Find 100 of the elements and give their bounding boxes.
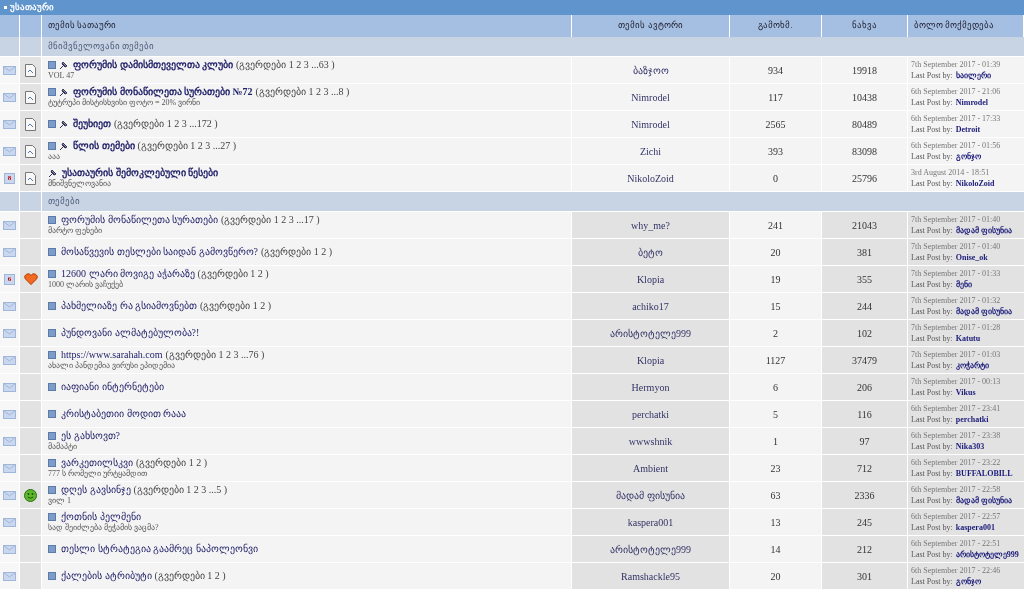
author-link[interactable]: ბაზჯოო bbox=[632, 62, 669, 78]
last-poster-link[interactable]: მადამ ფისუნია bbox=[955, 306, 1012, 317]
last-poster-link[interactable]: მადამ ფისუნია bbox=[955, 495, 1012, 506]
last-poster-link[interactable]: გონჯო bbox=[955, 576, 981, 587]
author-link[interactable]: Nimrodel bbox=[631, 89, 670, 105]
reply-count: 13 bbox=[770, 515, 781, 530]
view-count: 245 bbox=[857, 515, 872, 530]
page-links[interactable]: (გვერდები 1 2 3 ...76 ) bbox=[165, 349, 265, 361]
last-poster-link[interactable]: ხაილერი bbox=[955, 70, 991, 81]
topic-title-link[interactable]: თესლი სტრატეგია გაამრეც ნაპოლეონვი bbox=[61, 543, 258, 555]
page-links[interactable]: (გვერდები 1 2 3 ...8 ) bbox=[255, 86, 350, 98]
last-post-date: 7th September 2017 - 01:39 bbox=[911, 59, 1002, 70]
document-icon bbox=[25, 117, 36, 131]
last-post-date: 6th September 2017 - 23:22 bbox=[911, 457, 1002, 468]
author-link[interactable]: Zichi bbox=[639, 143, 662, 159]
topic-title-link[interactable]: 12600 ლარი მოვიგე აჭარაზე bbox=[61, 268, 195, 280]
topic-title-link[interactable]: ფორუმის მონაწილეთა სურათები bbox=[61, 214, 218, 226]
topic-title-link[interactable]: ფორუმის მონაწილეთა სურათები №72 bbox=[73, 86, 253, 98]
last-poster-link[interactable]: BUFFALOBILL bbox=[955, 468, 1013, 479]
view-count: 355 bbox=[857, 272, 872, 287]
last-post-label: Last Post by: bbox=[911, 576, 953, 587]
page-links[interactable]: (გვერდები 1 2 ) bbox=[154, 570, 226, 582]
topic-description: ახალი პანდემია ვირუსი ეპიდემია bbox=[48, 361, 175, 371]
author-link[interactable]: why_me? bbox=[631, 217, 670, 233]
last-post-date: 6th September 2017 - 22:46 bbox=[911, 565, 1002, 576]
last-poster-link[interactable]: Vikus bbox=[955, 387, 976, 398]
page-links[interactable]: (გვერდები 1 2 ) bbox=[197, 268, 269, 280]
last-poster-link[interactable]: Katutu bbox=[955, 333, 981, 344]
page-links[interactable]: (გვერდები 1 2 3 ...27 ) bbox=[137, 140, 237, 152]
last-poster-link[interactable]: Detroit bbox=[955, 124, 981, 135]
view-count: 83098 bbox=[852, 144, 877, 159]
topic-title-link[interactable]: წლის თემები bbox=[73, 140, 135, 152]
last-poster-link[interactable]: kaspera001 bbox=[955, 522, 995, 533]
last-poster-link[interactable]: გონჯო bbox=[955, 151, 981, 162]
topic-title-link[interactable]: კრისტაბეთიი მოდით რააა bbox=[61, 408, 186, 420]
column-header[interactable]: თემის ავტორი bbox=[618, 19, 683, 33]
topic-title-link[interactable]: შეუხიეთ bbox=[73, 118, 111, 130]
author-link[interactable]: ბეტო bbox=[638, 244, 663, 260]
topic-title-link[interactable]: პუნდოვანი ალმატებულობა?! bbox=[61, 327, 200, 339]
topic-title-link[interactable]: დღეს გავსინჯე bbox=[61, 484, 131, 496]
topic-title-link[interactable]: უსათაურის შემოკლებული წესები bbox=[62, 167, 218, 179]
author-link[interactable]: Hermyon bbox=[631, 379, 670, 395]
last-post-date: 7th September 2017 - 01:28 bbox=[911, 322, 1002, 333]
last-poster-link[interactable]: მადამ ფისუნია bbox=[955, 225, 1012, 236]
author-link[interactable]: Nimrodel bbox=[631, 116, 670, 132]
last-post-label: Last Post by: bbox=[911, 70, 953, 81]
last-poster-link[interactable]: კოჭარტი bbox=[955, 360, 989, 371]
author-link[interactable]: kaspera001 bbox=[627, 514, 674, 530]
topic-title-link[interactable]: https://www.sarahah.com bbox=[61, 349, 163, 361]
last-post-date: 3rd August 2014 - 18:51 bbox=[911, 167, 991, 178]
last-poster-link[interactable]: Nika303 bbox=[955, 441, 985, 452]
last-post-label: Last Post by: bbox=[911, 387, 953, 398]
view-count: 116 bbox=[857, 407, 872, 422]
topic-description: მამაპტი bbox=[48, 442, 77, 452]
last-post-label: Last Post by: bbox=[911, 360, 953, 371]
column-header[interactable]: ნახვა bbox=[852, 19, 877, 33]
topic-title-link[interactable]: ქოთნის პელმენი bbox=[61, 511, 141, 523]
column-header[interactable]: გამოხმ. bbox=[758, 19, 793, 33]
page-links[interactable]: (გვერდები 1 2 3 ...17 ) bbox=[221, 214, 320, 226]
last-poster-link[interactable]: Nimrodel bbox=[955, 97, 989, 108]
page-links[interactable]: (გვერდები 1 2 ) bbox=[136, 457, 208, 469]
document-icon bbox=[25, 171, 36, 185]
column-header[interactable]: თემის სათაური bbox=[48, 19, 117, 33]
page-links[interactable]: (გვერდები 1 2 ) bbox=[260, 246, 333, 258]
envelope-icon bbox=[3, 490, 16, 500]
page-links[interactable]: (გვერდები 1 2 3 ...63 ) bbox=[236, 59, 335, 71]
page-links[interactable]: (გვერდები 1 2 ) bbox=[200, 300, 272, 312]
last-post-date: 6th September 2017 - 22:58 bbox=[911, 484, 1002, 495]
topic-title-link[interactable]: ვარკეთილსკვი bbox=[61, 457, 133, 469]
topic-description: ვილ 1 bbox=[48, 496, 72, 506]
page-links[interactable]: (გვერდები 1 2 3 ...172 ) bbox=[114, 118, 218, 130]
last-poster-link[interactable]: არისტოტელე999 bbox=[955, 549, 1019, 560]
topic-description: მარტო ფეხები bbox=[48, 226, 102, 236]
topic-title-link[interactable]: ფორუმის დამისმთეველთა კლუბი bbox=[73, 59, 233, 71]
topic-description: 777 ს რომელი ურტყამდით bbox=[48, 469, 148, 479]
author-link[interactable]: Klopia bbox=[636, 271, 665, 287]
topic-title-link[interactable]: ქალების ატრიბუტი bbox=[61, 570, 152, 582]
reply-count: 6 bbox=[773, 380, 778, 395]
last-poster-link[interactable]: მენი bbox=[955, 279, 972, 290]
page-links[interactable]: (გვერდები 1 2 3 ...5 ) bbox=[133, 484, 228, 496]
author-link[interactable]: NikoloZoid bbox=[627, 170, 674, 186]
author-link[interactable]: Klopia bbox=[636, 352, 665, 368]
last-poster-link[interactable]: NikoloZoid bbox=[955, 178, 995, 189]
topic-title-link[interactable]: ეს გახსოვთ? bbox=[61, 430, 120, 442]
topic-description: ააა bbox=[48, 152, 61, 162]
heart-icon bbox=[23, 273, 38, 285]
section-heading: მნიშვნელოვანი თემები bbox=[48, 39, 155, 53]
last-poster-link[interactable]: perchatki bbox=[955, 414, 989, 425]
view-count: 25796 bbox=[852, 171, 877, 186]
reply-count: 0 bbox=[773, 171, 778, 186]
author-link[interactable]: wwwshnik bbox=[628, 433, 673, 449]
author-link[interactable]: achiko17 bbox=[632, 298, 669, 314]
topic-title-link[interactable]: იაფიანი ინტერნეტები bbox=[61, 381, 164, 393]
column-header[interactable]: ბოლო მოქმედება bbox=[914, 19, 995, 33]
topic-title-link[interactable]: მოსაწვევის თესლები საიდან გამოვწერო? bbox=[61, 246, 258, 258]
last-poster-link[interactable]: Onise_ok bbox=[955, 252, 988, 263]
author-link[interactable]: perchatki bbox=[631, 406, 670, 422]
topic-title-link[interactable]: პახმელიაზე რა გსიამოვნებთ bbox=[61, 300, 197, 312]
last-post-date: 7th September 2017 - 01:32 bbox=[911, 295, 1002, 306]
author-link[interactable]: Ambient bbox=[633, 460, 668, 476]
